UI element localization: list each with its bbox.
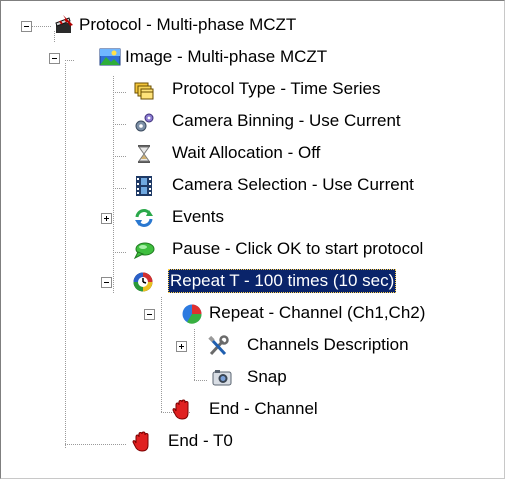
expand-toggle[interactable] [101, 213, 112, 224]
tree-item-wait-allocation[interactable]: Wait Allocation - Off [170, 141, 322, 165]
tree-item-camera-binning[interactable]: Camera Binning - Use Current [170, 109, 403, 133]
channel-pie-icon [182, 304, 202, 324]
tree-line [194, 329, 195, 381]
tree-item-repeat-t[interactable]: Repeat T - 100 times (10 sec) [168, 269, 397, 293]
clock-icon [133, 272, 153, 292]
tree-item-snap[interactable]: Snap [245, 365, 289, 389]
collapse-toggle[interactable] [49, 53, 60, 64]
speech-bubble-icon [133, 242, 155, 260]
tree-view[interactable]: Protocol - Multi-phase MCZT Image - Mult… [0, 0, 505, 479]
tree-line [113, 124, 127, 125]
tree-line [113, 92, 127, 93]
film-strip-icon [136, 176, 152, 196]
tree-item-repeat-channel[interactable]: Repeat - Channel (Ch1,Ch2) [207, 301, 427, 325]
tree-item-end-channel[interactable]: End - Channel [207, 397, 320, 421]
tree-item-channels-description[interactable]: Channels Description [245, 333, 411, 357]
tree-line [113, 156, 127, 157]
expand-toggle[interactable] [176, 341, 187, 352]
protocol-clapper-icon [55, 15, 73, 33]
tree-item-protocol-type[interactable]: Protocol Type - Time Series [170, 77, 383, 101]
tree-item-camera-selection[interactable]: Camera Selection - Use Current [170, 173, 416, 197]
tree-line [65, 60, 75, 61]
tree-line [32, 26, 52, 27]
collapse-toggle[interactable] [101, 277, 112, 288]
tree-line [113, 252, 127, 253]
tree-line [113, 76, 114, 294]
stop-hand-icon [172, 399, 189, 420]
tree-line [65, 444, 127, 445]
film-stack-icon [134, 82, 154, 100]
tree-item-protocol[interactable]: Protocol - Multi-phase MCZT [77, 13, 298, 37]
gears-icon [135, 113, 154, 132]
collapse-toggle[interactable] [21, 21, 32, 32]
tree-line [65, 63, 66, 449]
tree-item-image[interactable]: Image - Multi-phase MCZT [123, 45, 329, 69]
tools-icon [208, 335, 229, 356]
tree-line [161, 297, 162, 413]
camera-icon [212, 370, 232, 386]
tree-item-pause[interactable]: Pause - Click OK to start protocol [170, 237, 425, 261]
tree-item-events[interactable]: Events [170, 205, 226, 229]
hourglass-icon [138, 145, 150, 163]
stop-hand-icon [132, 431, 149, 452]
tree-line [113, 188, 127, 189]
image-landscape-icon [99, 48, 121, 66]
tree-item-end-t0[interactable]: End - T0 [166, 429, 235, 453]
collapse-toggle[interactable] [144, 309, 155, 320]
tree-line [194, 380, 208, 381]
refresh-arrows-icon [135, 209, 153, 227]
